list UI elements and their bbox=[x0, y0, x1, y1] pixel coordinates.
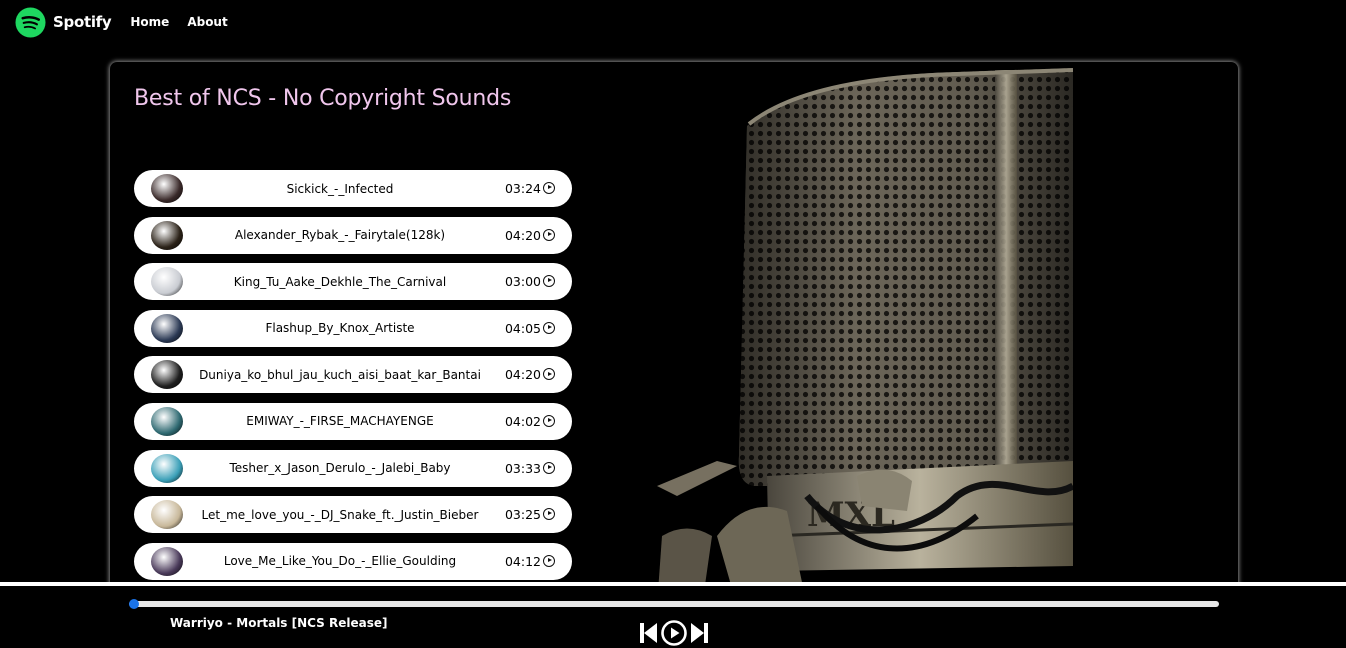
progress-knob[interactable] bbox=[129, 599, 139, 609]
brand-name: Spotify bbox=[53, 13, 112, 31]
song-name: King_Tu_Aake_Dekhle_The_Carnival bbox=[233, 274, 447, 289]
play-circle-icon[interactable] bbox=[543, 228, 555, 241]
song-item[interactable]: Let_me_love_you_-_DJ_Snake_ft._Justin_Bi… bbox=[134, 496, 572, 534]
song-item[interactable]: Alexander_Rybak_-_Fairytale(128k) 04:20 bbox=[134, 216, 572, 254]
nav-link-about[interactable]: About bbox=[187, 15, 227, 29]
song-duration: 04:20 bbox=[504, 367, 541, 383]
playlist-container: Best of NCS - No Copyright Sounds Sickic… bbox=[110, 62, 1238, 602]
progress-bar[interactable] bbox=[129, 599, 1219, 609]
song-name: Love_Me_Like_You_Do_-_Ellie_Goulding bbox=[223, 554, 457, 569]
player-bar: Warriyo - Mortals [NCS Release] bbox=[0, 582, 1346, 648]
song-name: Tesher_x_Jason_Derulo_-_Jalebi_Baby bbox=[229, 461, 451, 476]
song-cover-image bbox=[151, 174, 183, 203]
song-cover-image bbox=[151, 220, 183, 250]
song-name: Let_me_love_you_-_DJ_Snake_ft._Justin_Bi… bbox=[201, 507, 479, 522]
play-circle-icon[interactable] bbox=[543, 508, 555, 521]
song-item[interactable]: Duniya_ko_bhul_jau_kuch_aisi_baat_kar_Ba… bbox=[134, 356, 572, 394]
song-name: Sickick_-_Infected bbox=[286, 181, 394, 196]
playlist-title: Best of NCS - No Copyright Sounds bbox=[134, 86, 512, 111]
song-cover-image bbox=[151, 453, 183, 483]
play-circle-icon[interactable] bbox=[543, 182, 555, 194]
play-circle-icon[interactable] bbox=[543, 461, 555, 474]
navbar: Spotify Home About bbox=[0, 0, 1346, 44]
song-item[interactable]: King_Tu_Aake_Dekhle_The_Carnival 03:00 bbox=[134, 263, 572, 301]
microphone-illustration: MXL bbox=[657, 66, 1073, 602]
song-cover-image bbox=[151, 360, 183, 390]
play-circle-icon[interactable] bbox=[543, 414, 555, 427]
song-item[interactable]: Sickick_-_Infected 03:24 bbox=[134, 170, 572, 207]
spotify-logo-icon bbox=[15, 6, 46, 38]
song-name: EMIWAY_-_FIRSE_MACHAYENGE bbox=[246, 414, 434, 429]
song-list: Sickick_-_Infected 03:24 Alexander_Rybak_-… bbox=[134, 170, 572, 589]
song-duration: 04:05 bbox=[504, 320, 541, 336]
next-icon[interactable] bbox=[691, 622, 708, 644]
song-cover-image bbox=[151, 267, 183, 297]
song-duration: 04:20 bbox=[504, 227, 541, 243]
song-duration: 04:12 bbox=[504, 553, 541, 569]
now-playing-title: Warriyo - Mortals [NCS Release] bbox=[170, 616, 388, 630]
play-circle-icon[interactable] bbox=[543, 275, 555, 288]
song-item[interactable]: Flashup_By_Knox_Artiste 04:05 bbox=[134, 309, 572, 347]
song-duration: 04:02 bbox=[504, 413, 541, 429]
song-duration: 03:00 bbox=[504, 274, 541, 290]
song-cover-image bbox=[151, 500, 183, 530]
song-item[interactable]: Tesher_x_Jason_Derulo_-_Jalebi_Baby 03:33 bbox=[134, 449, 572, 487]
song-name: Duniya_ko_bhul_jau_kuch_aisi_baat_kar_Ba… bbox=[199, 367, 481, 382]
nav-link-home[interactable]: Home bbox=[130, 15, 169, 29]
song-duration: 03:33 bbox=[504, 460, 541, 476]
song-item[interactable]: EMIWAY_-_FIRSE_MACHAYENGE 04:02 bbox=[134, 402, 572, 440]
play-circle-icon[interactable] bbox=[543, 321, 555, 334]
brand[interactable]: Spotify bbox=[15, 6, 112, 38]
song-name: Alexander_Rybak_-_Fairytale(128k) bbox=[234, 228, 446, 243]
play-circle-icon[interactable] bbox=[661, 620, 687, 646]
player-controls bbox=[640, 620, 708, 646]
play-circle-icon[interactable] bbox=[543, 554, 555, 567]
song-cover-image bbox=[151, 546, 183, 576]
song-name: Flashup_By_Knox_Artiste bbox=[265, 321, 415, 336]
song-cover-image bbox=[151, 406, 183, 436]
song-duration: 03:24 bbox=[504, 181, 541, 196]
song-cover-image bbox=[151, 313, 183, 343]
previous-icon[interactable] bbox=[640, 622, 657, 644]
song-item[interactable]: Love_Me_Like_You_Do_-_Ellie_Goulding 04:1… bbox=[134, 542, 572, 580]
microphone-image: MXL bbox=[657, 66, 1073, 602]
play-circle-icon[interactable] bbox=[543, 368, 555, 381]
song-duration: 03:25 bbox=[504, 507, 541, 523]
